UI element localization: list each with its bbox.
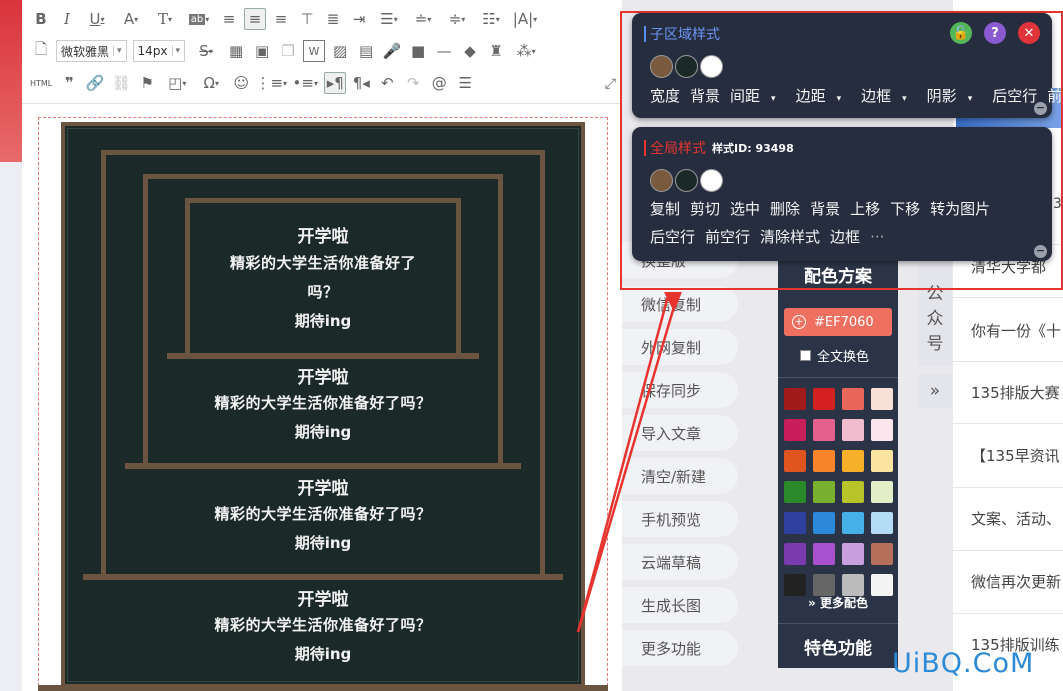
arrow-line-1 bbox=[576, 295, 670, 633]
annotation-arrows bbox=[576, 292, 682, 633]
screen: B I U ▾ A ▾ T ▾ ab ▾ ≡ ≡ ≡ ⊤ ≣ ⇥ ☰ ▾ ≐ ▾ ≑ ▾ ☷ ▾… bbox=[0, 0, 1063, 691]
arrow-line-2 bbox=[576, 299, 678, 633]
watermark: UiBQ.CoM bbox=[892, 648, 1035, 679]
